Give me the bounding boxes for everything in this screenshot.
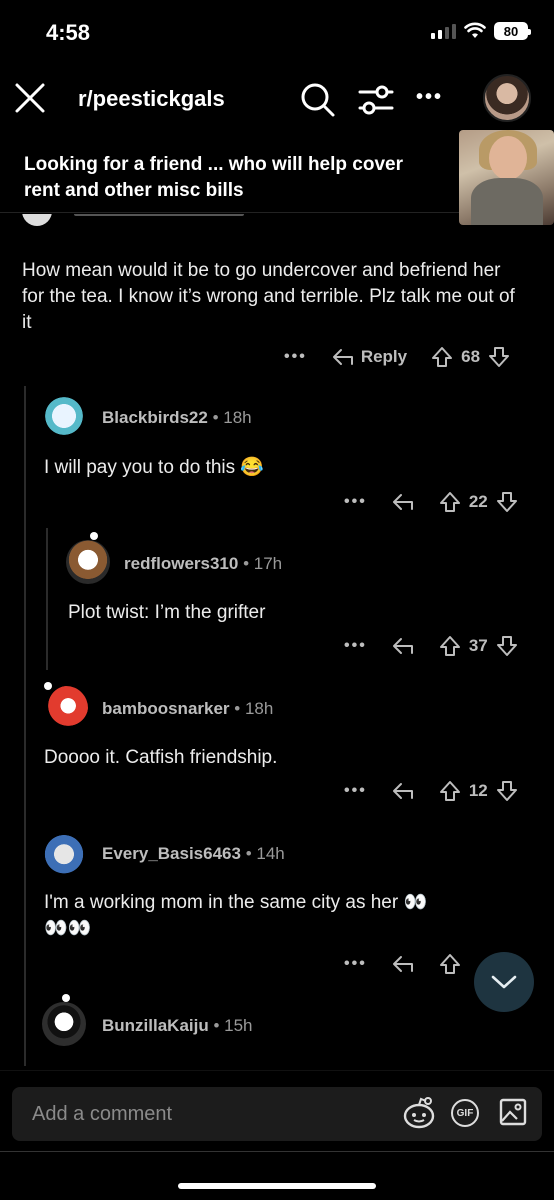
vote-count: 37 bbox=[468, 636, 488, 655]
comment-body: I will pay you to do this 😂 bbox=[44, 457, 265, 478]
vote-count: 12 bbox=[468, 781, 488, 800]
more-options-icon[interactable]: ••• bbox=[416, 86, 443, 109]
downvote-icon[interactable] bbox=[496, 491, 518, 513]
reply-button[interactable] bbox=[391, 781, 415, 801]
upvote-icon[interactable] bbox=[439, 780, 461, 802]
comment-author[interactable]: redflowers310 • 17h bbox=[124, 554, 282, 574]
status-bar: 4:58 80 bbox=[0, 0, 554, 64]
comment-author[interactable]: BunzillaKaiju • 15h bbox=[102, 1016, 253, 1036]
comment-actions: ••• bbox=[344, 950, 461, 978]
subreddit-name[interactable]: r/peestickgals bbox=[78, 86, 225, 112]
search-icon[interactable] bbox=[298, 80, 338, 120]
comment-actions: ••• 37 bbox=[344, 632, 518, 660]
avatar[interactable] bbox=[42, 830, 86, 874]
online-indicator bbox=[44, 682, 52, 690]
reply-button[interactable] bbox=[391, 492, 415, 512]
clipped-comment-header bbox=[22, 214, 362, 228]
filter-icon[interactable] bbox=[356, 80, 396, 120]
post-title: Looking for a friend ... who will help c… bbox=[24, 154, 403, 201]
upvote-icon[interactable] bbox=[431, 346, 453, 368]
online-indicator bbox=[62, 994, 70, 1002]
downvote-icon[interactable] bbox=[496, 780, 518, 802]
reply-button[interactable] bbox=[391, 636, 415, 656]
comment-actions: ••• Reply 68 bbox=[284, 343, 510, 371]
vote-count: 22 bbox=[468, 492, 488, 511]
avatar[interactable] bbox=[44, 686, 88, 730]
comment-author[interactable]: Blackbirds22 • 18h bbox=[102, 408, 252, 428]
thread-line bbox=[46, 528, 48, 670]
more-icon[interactable]: ••• bbox=[284, 348, 307, 366]
vote-count: 68 bbox=[461, 347, 481, 366]
reply-button[interactable]: Reply bbox=[331, 347, 407, 367]
comment-body: I'm a working mom in the same city as he… bbox=[44, 892, 428, 939]
image-upload-icon[interactable] bbox=[498, 1097, 528, 1127]
comment-body: Plot twist: I’m the grifter bbox=[68, 602, 266, 623]
avatar[interactable] bbox=[66, 540, 110, 584]
reply-icon bbox=[392, 956, 413, 972]
downvote-icon[interactable] bbox=[496, 635, 518, 657]
avatar[interactable] bbox=[42, 1002, 86, 1046]
snoo-avatar-icon[interactable] bbox=[400, 1095, 438, 1131]
chevron-down-icon bbox=[491, 975, 517, 989]
divider bbox=[0, 1151, 554, 1152]
more-icon[interactable]: ••• bbox=[344, 493, 367, 511]
upvote-icon[interactable] bbox=[439, 635, 461, 657]
reply-icon bbox=[392, 638, 413, 654]
reply-icon bbox=[392, 783, 413, 799]
signal-icon bbox=[431, 23, 456, 39]
upvote-icon[interactable] bbox=[439, 491, 461, 513]
clock: 4:58 bbox=[46, 20, 91, 45]
comment-body: Doooo it. Catfish friendship. bbox=[44, 747, 278, 768]
comment-author[interactable]: bamboosnarker • 18h bbox=[102, 699, 273, 719]
thread-line bbox=[24, 386, 26, 1066]
post-header: r/peestickgals ••• bbox=[0, 70, 554, 126]
battery-icon: 80 bbox=[494, 22, 531, 40]
home-indicator bbox=[178, 1183, 376, 1189]
user-avatar[interactable] bbox=[483, 74, 531, 122]
picture-in-picture-video[interactable] bbox=[459, 130, 554, 225]
gif-button[interactable]: GIF bbox=[451, 1099, 479, 1127]
comment-composer: GIF bbox=[0, 1070, 554, 1200]
upvote-icon[interactable] bbox=[439, 953, 461, 975]
more-icon[interactable]: ••• bbox=[344, 955, 367, 973]
scroll-down-button[interactable] bbox=[474, 952, 534, 1012]
comment-actions: ••• 12 bbox=[344, 777, 518, 805]
close-icon[interactable] bbox=[12, 80, 48, 116]
reply-icon bbox=[392, 494, 413, 510]
reply-icon bbox=[332, 349, 353, 365]
status-icons: 80 bbox=[431, 22, 531, 40]
more-icon[interactable]: ••• bbox=[344, 637, 367, 655]
more-icon[interactable]: ••• bbox=[344, 782, 367, 800]
comment-body: How mean would it be to go undercover an… bbox=[22, 260, 515, 333]
comment-actions: ••• 22 bbox=[344, 488, 518, 516]
avatar[interactable] bbox=[42, 394, 86, 438]
wifi-icon bbox=[464, 22, 486, 38]
comment-author[interactable]: Every_Basis6463 • 14h bbox=[102, 844, 285, 864]
reply-button[interactable] bbox=[391, 954, 415, 974]
online-indicator bbox=[90, 532, 98, 540]
divider bbox=[0, 212, 459, 213]
downvote-icon[interactable] bbox=[488, 346, 510, 368]
